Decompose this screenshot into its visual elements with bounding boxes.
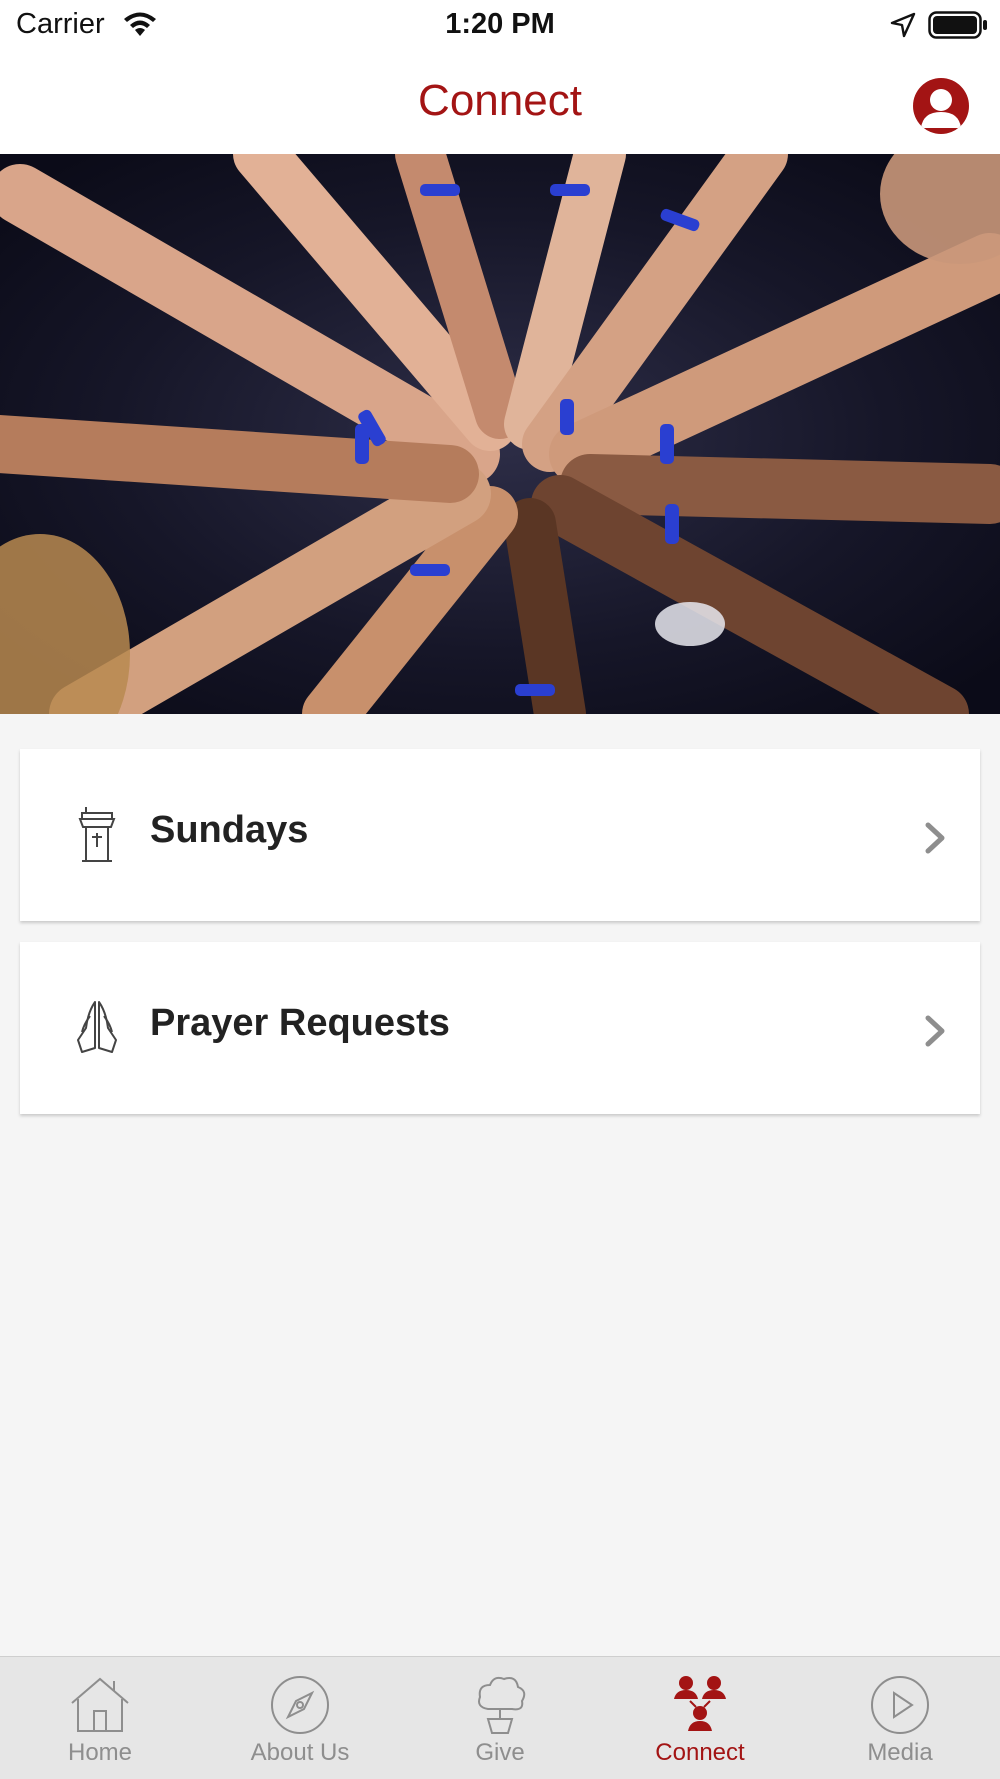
tab-give[interactable]: Give (400, 1657, 600, 1779)
tab-bar: Home About Us Give Connect Media (0, 1656, 1000, 1779)
chevron-right-icon (925, 822, 945, 854)
list-item-prayer-requests[interactable]: Prayer Requests (20, 942, 980, 1114)
prayer-requests-label: Prayer Requests (150, 1002, 450, 1044)
tab-label-give: Give (475, 1739, 525, 1766)
play-circle-icon (871, 1676, 929, 1734)
tab-connect[interactable]: Connect (600, 1657, 800, 1779)
tab-media[interactable]: Media (800, 1657, 1000, 1779)
tab-about-us[interactable]: About Us (200, 1657, 400, 1779)
profile-button[interactable] (913, 78, 969, 134)
status-time: 1:20 PM (445, 8, 555, 40)
status-bar: Carrier 1:20 PM (0, 0, 1000, 54)
battery-full-icon (928, 11, 987, 39)
give-tree-icon (478, 1676, 526, 1734)
compass-icon (271, 1676, 329, 1734)
hands-together-image (0, 154, 1000, 714)
people-connect-icon (674, 1676, 726, 1731)
tab-label-about-us: About Us (250, 1739, 350, 1766)
nav-header: Connect (0, 54, 1000, 154)
tab-label-home: Home (67, 1739, 133, 1766)
tab-label-connect: Connect (655, 1739, 745, 1766)
hero-image (0, 154, 1000, 714)
pulpit-icon (78, 807, 116, 862)
user-profile-icon (921, 89, 961, 128)
sundays-label: Sundays (150, 809, 309, 851)
list-item-sundays[interactable]: Sundays (20, 749, 980, 921)
page-title: Connect (418, 76, 582, 125)
home-icon (71, 1677, 129, 1732)
praying-hands-icon (77, 1001, 117, 1053)
tab-label-media: Media (867, 1739, 933, 1766)
location-arrow-icon (890, 12, 916, 38)
tab-home[interactable]: Home (0, 1657, 200, 1779)
chevron-right-icon (925, 1015, 945, 1047)
